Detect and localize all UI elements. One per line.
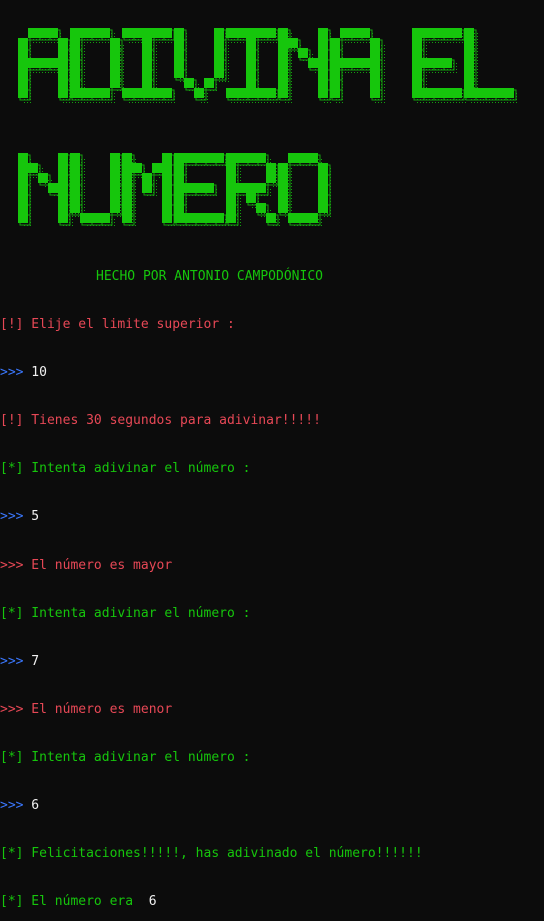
console-text: El número es mayor	[23, 557, 173, 573]
banner-letter	[70, 153, 120, 223]
console-text: 10	[23, 365, 47, 381]
console-text: Felicitaciones!!!!!, has adivinado el nú…	[23, 846, 423, 862]
console-text: Tienes 30 segundos para adivinar!!!!!	[23, 413, 321, 429]
console-line: [!] Elije el limite superior :	[0, 317, 235, 333]
console-prefix: [*]	[0, 605, 24, 621]
console-prefix: >>>	[0, 365, 24, 381]
console-text: 6	[23, 798, 40, 813]
console-line: [*] Intenta adivinar el número :	[0, 750, 250, 766]
console-line: >>> 5	[0, 509, 39, 525]
console-text: El número es menor	[23, 701, 173, 717]
console-prefix: >>>	[0, 653, 24, 669]
console-line: >>> El número es menor	[0, 702, 172, 718]
credit-line: HECHO POR ANTONIO CAMPODÓNICO	[96, 269, 323, 284]
console-text: 5	[23, 509, 40, 525]
banner-letter	[122, 153, 172, 223]
console-text: Elije el limite superior :	[23, 317, 235, 332]
console-prefix: [*]	[0, 461, 24, 477]
console-line: >>> El número es mayor	[0, 558, 172, 574]
console-line: >>> 10	[0, 365, 47, 381]
console-text: Intenta adivinar el número :	[23, 605, 251, 621]
console-prefix: >>>	[0, 557, 24, 573]
console-prefix: [*]	[0, 894, 24, 910]
console-text: 7	[23, 653, 40, 669]
console-value: 6	[133, 894, 157, 910]
console-prefix: [!]	[0, 317, 24, 332]
console-prefix: >>>	[0, 701, 24, 717]
console-line: [*] Intenta adivinar el número :	[0, 461, 250, 477]
console-line: [!] Tienes 30 segundos para adivinar!!!!…	[0, 413, 321, 429]
console-line: [*] Felicitaciones!!!!!, has adivinado e…	[0, 846, 423, 862]
console-text: El número era	[23, 894, 134, 910]
console-prefix: >>>	[0, 509, 24, 525]
console-line: >>> 7	[0, 654, 39, 670]
console-prefix: >>>	[0, 798, 24, 813]
console-prefix: [!]	[0, 413, 24, 429]
console-line: [*] El número era 6	[0, 894, 157, 910]
console-text: Intenta adivinar el número :	[23, 749, 251, 765]
console-text: Intenta adivinar el número :	[23, 461, 251, 477]
banner-letter	[464, 28, 514, 98]
console-line: [*] Intenta adivinar el número :	[0, 606, 250, 622]
ascii-banner: ADIVINA EL NUMERO	[18, 28, 519, 228]
console-line: >>> 6	[0, 798, 39, 814]
console-prefix: [*]	[0, 846, 24, 862]
console-prefix: [*]	[0, 749, 24, 765]
